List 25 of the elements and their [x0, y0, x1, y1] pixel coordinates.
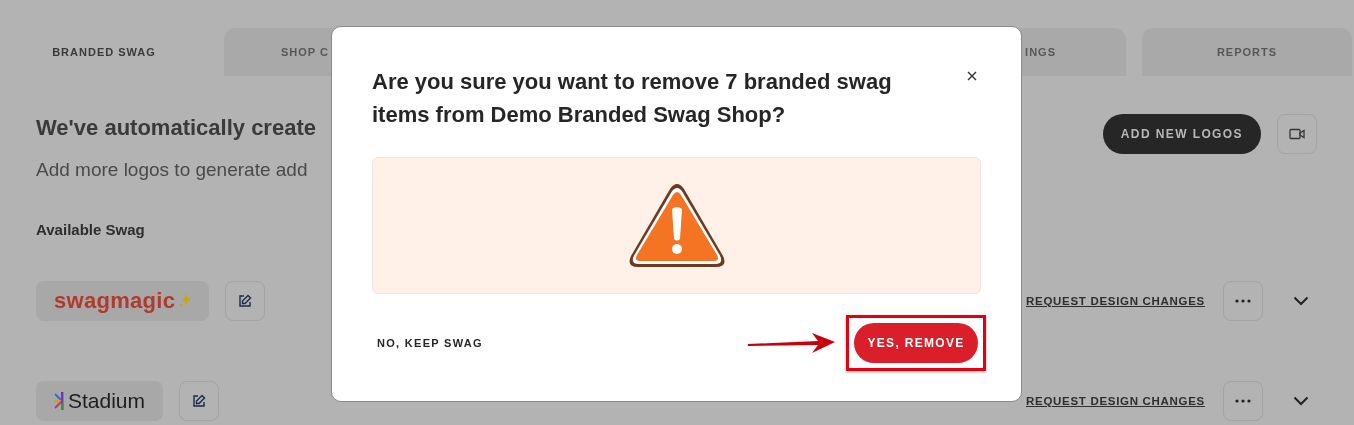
warning-icon [627, 182, 726, 269]
dialog-title: Are you sure you want to remove 7 branded swag items from Demo Branded Swag Shop? [372, 68, 893, 129]
chevron-down-icon[interactable] [1293, 296, 1309, 306]
video-icon [1289, 128, 1305, 140]
video-button[interactable] [1277, 114, 1317, 154]
more-icon [1235, 399, 1251, 403]
edit-button[interactable] [179, 381, 220, 421]
keep-swag-button[interactable]: NO, KEEP SWAG [372, 333, 488, 353]
edit-icon [192, 394, 207, 408]
section-heading: Available Swag [36, 220, 146, 240]
request-changes-link[interactable]: REQUEST DESIGN CHANGES [1026, 395, 1205, 407]
close-icon [967, 71, 977, 81]
logo-text: swagmagic [54, 288, 176, 314]
page-heading: We've automatically create [36, 114, 316, 142]
request-changes-link[interactable]: REQUEST DESIGN CHANGES [1026, 295, 1205, 307]
logo-text: Stadium [68, 389, 146, 413]
burst-icon [54, 392, 64, 410]
page-subtitle: Add more logos to generate add [36, 158, 309, 182]
add-logos-button[interactable]: ADD NEW LOGOS [1102, 114, 1261, 154]
chevron-down-icon[interactable] [1293, 396, 1309, 406]
sparkle-icon [179, 293, 192, 309]
edit-button[interactable] [225, 281, 266, 321]
edit-icon [238, 294, 253, 308]
more-icon [1235, 299, 1251, 303]
remove-button[interactable]: YES, REMOVE [854, 323, 978, 363]
